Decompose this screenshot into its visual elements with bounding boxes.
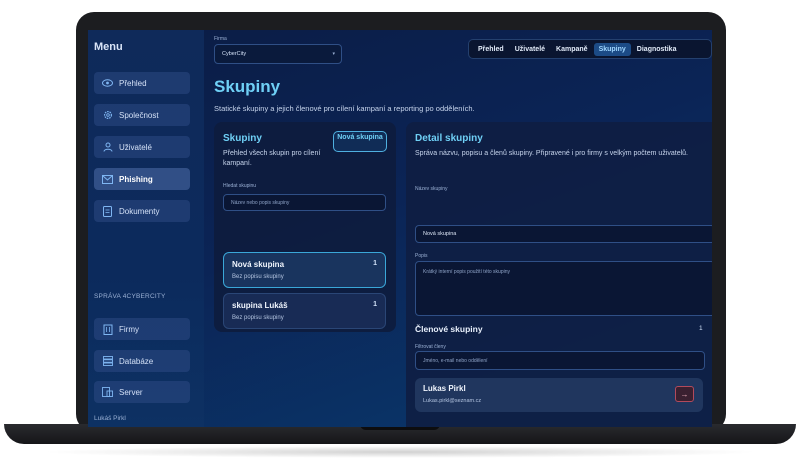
detail-panel-title: Detail skupiny (415, 133, 483, 144)
server-icon (102, 387, 113, 398)
sidebar-item-databaze[interactable]: Databáze (94, 350, 190, 372)
sidebar: Menu Přehled Společnost Uživatelé Phishi… (88, 30, 204, 427)
document-icon (102, 205, 113, 217)
sidebar-title: Menu (94, 41, 123, 53)
member-filter-label: Filtrovat členy (415, 344, 446, 350)
group-name: Nová skupina (232, 260, 285, 269)
building-icon (102, 324, 113, 335)
group-name-label: Název skupiny (415, 186, 448, 192)
new-group-button[interactable]: Nová skupina (333, 131, 387, 152)
page-title: Skupiny (214, 77, 281, 96)
groups-panel-title: Skupiny (223, 133, 262, 144)
arrow-right-icon[interactable]: → (675, 386, 694, 402)
laptop-shadow (40, 446, 760, 458)
chevron-down-icon: ▾ (332, 51, 335, 57)
group-search-label: Hledat skupinu (223, 183, 257, 189)
group-list-item[interactable]: skupina Lukáš Bez popisu skupiny 1 (223, 293, 386, 329)
sidebar-item-label: Server (119, 387, 143, 397)
group-description: Bez popisu skupiny (232, 315, 284, 321)
groups-panel-description: Přehled všech skupin pro cílení kampaní. (223, 150, 321, 167)
tab-uzivatele[interactable]: Uživatelé (510, 43, 550, 56)
sidebar-item-label: Přehled (119, 78, 147, 88)
sidebar-item-label: Dokumenty (119, 206, 160, 216)
app-screen: Menu Přehled Společnost Uživatelé Phishi… (88, 30, 712, 427)
gear-icon (102, 110, 113, 121)
laptop-frame: Menu Přehled Společnost Uživatelé Phishi… (0, 0, 800, 476)
sidebar-item-server[interactable]: Server (94, 381, 190, 403)
sidebar-item-label: Databáze (119, 356, 154, 366)
sidebar-item-phishing[interactable]: Phishing (94, 168, 190, 190)
sidebar-item-label: Společnost (119, 110, 159, 120)
tab-skupiny[interactable]: Skupiny (593, 42, 631, 56)
firma-label: Firma (214, 36, 227, 42)
firma-select-value: CyberCity (222, 51, 247, 57)
group-description: Bez popisu skupiny (232, 274, 284, 280)
tab-bar: Přehled Uživatelé Kampaně Skupiny Diagno… (468, 39, 712, 59)
member-email: Lukas.pirkl@seznam.cz (423, 398, 482, 404)
detail-panel-description: Správa názvu, popisu a členů skupiny. Př… (415, 150, 688, 157)
sidebar-item-firmy[interactable]: Firmy (94, 318, 190, 340)
group-search-input[interactable]: Název nebo popis skupiny (223, 194, 386, 211)
group-detail-panel: Detail skupiny Správa názvu, popisu a čl… (406, 122, 712, 427)
sidebar-item-spolecnost[interactable]: Společnost (94, 104, 190, 126)
members-count: 1 (699, 325, 703, 332)
sidebar-user-name: Lukáš Pirkl (94, 415, 126, 422)
group-name-input[interactable]: Nová skupina (415, 225, 712, 243)
tab-diagnostika[interactable]: Diagnostika (632, 43, 682, 56)
tab-kampane[interactable]: Kampaně (551, 43, 593, 56)
page-subtitle: Statické skupiny a jejich členové pro cí… (214, 104, 475, 113)
group-description-label: Popis (415, 253, 428, 259)
admin-section-label: SPRÁVA 4CYBERCITY (94, 293, 166, 300)
members-title: Členové skupiny (415, 324, 483, 334)
group-member-count: 1 (373, 301, 377, 308)
database-icon (102, 356, 113, 367)
sidebar-item-label: Uživatelé (119, 142, 152, 152)
member-name: Lukas Pirkl (423, 384, 466, 393)
eye-icon (102, 78, 113, 89)
group-name: skupina Lukáš (232, 301, 288, 310)
groups-panel: Skupiny Přehled všech skupin pro cílení … (214, 122, 396, 332)
sidebar-item-prehled[interactable]: Přehled (94, 72, 190, 94)
firma-select[interactable]: CyberCity ▾ (214, 44, 342, 64)
group-description-textarea[interactable]: Krátký interní popis použití této skupin… (415, 261, 712, 316)
group-member-count: 1 (373, 260, 377, 267)
member-filter-input[interactable]: Jméno, e-mail nebo oddělení (415, 351, 705, 370)
sidebar-item-label: Firmy (119, 324, 139, 334)
mail-icon (102, 174, 113, 185)
sidebar-item-dokumenty[interactable]: Dokumenty (94, 200, 190, 222)
user-icon (102, 142, 113, 153)
sidebar-item-uzivatele[interactable]: Uživatelé (94, 136, 190, 158)
sidebar-item-label: Phishing (119, 174, 153, 184)
group-list-item[interactable]: Nová skupina Bez popisu skupiny 1 (223, 252, 386, 288)
tab-prehled[interactable]: Přehled (473, 43, 509, 56)
member-list-item: Lukas Pirkl Lukas.pirkl@seznam.cz → (415, 378, 703, 412)
